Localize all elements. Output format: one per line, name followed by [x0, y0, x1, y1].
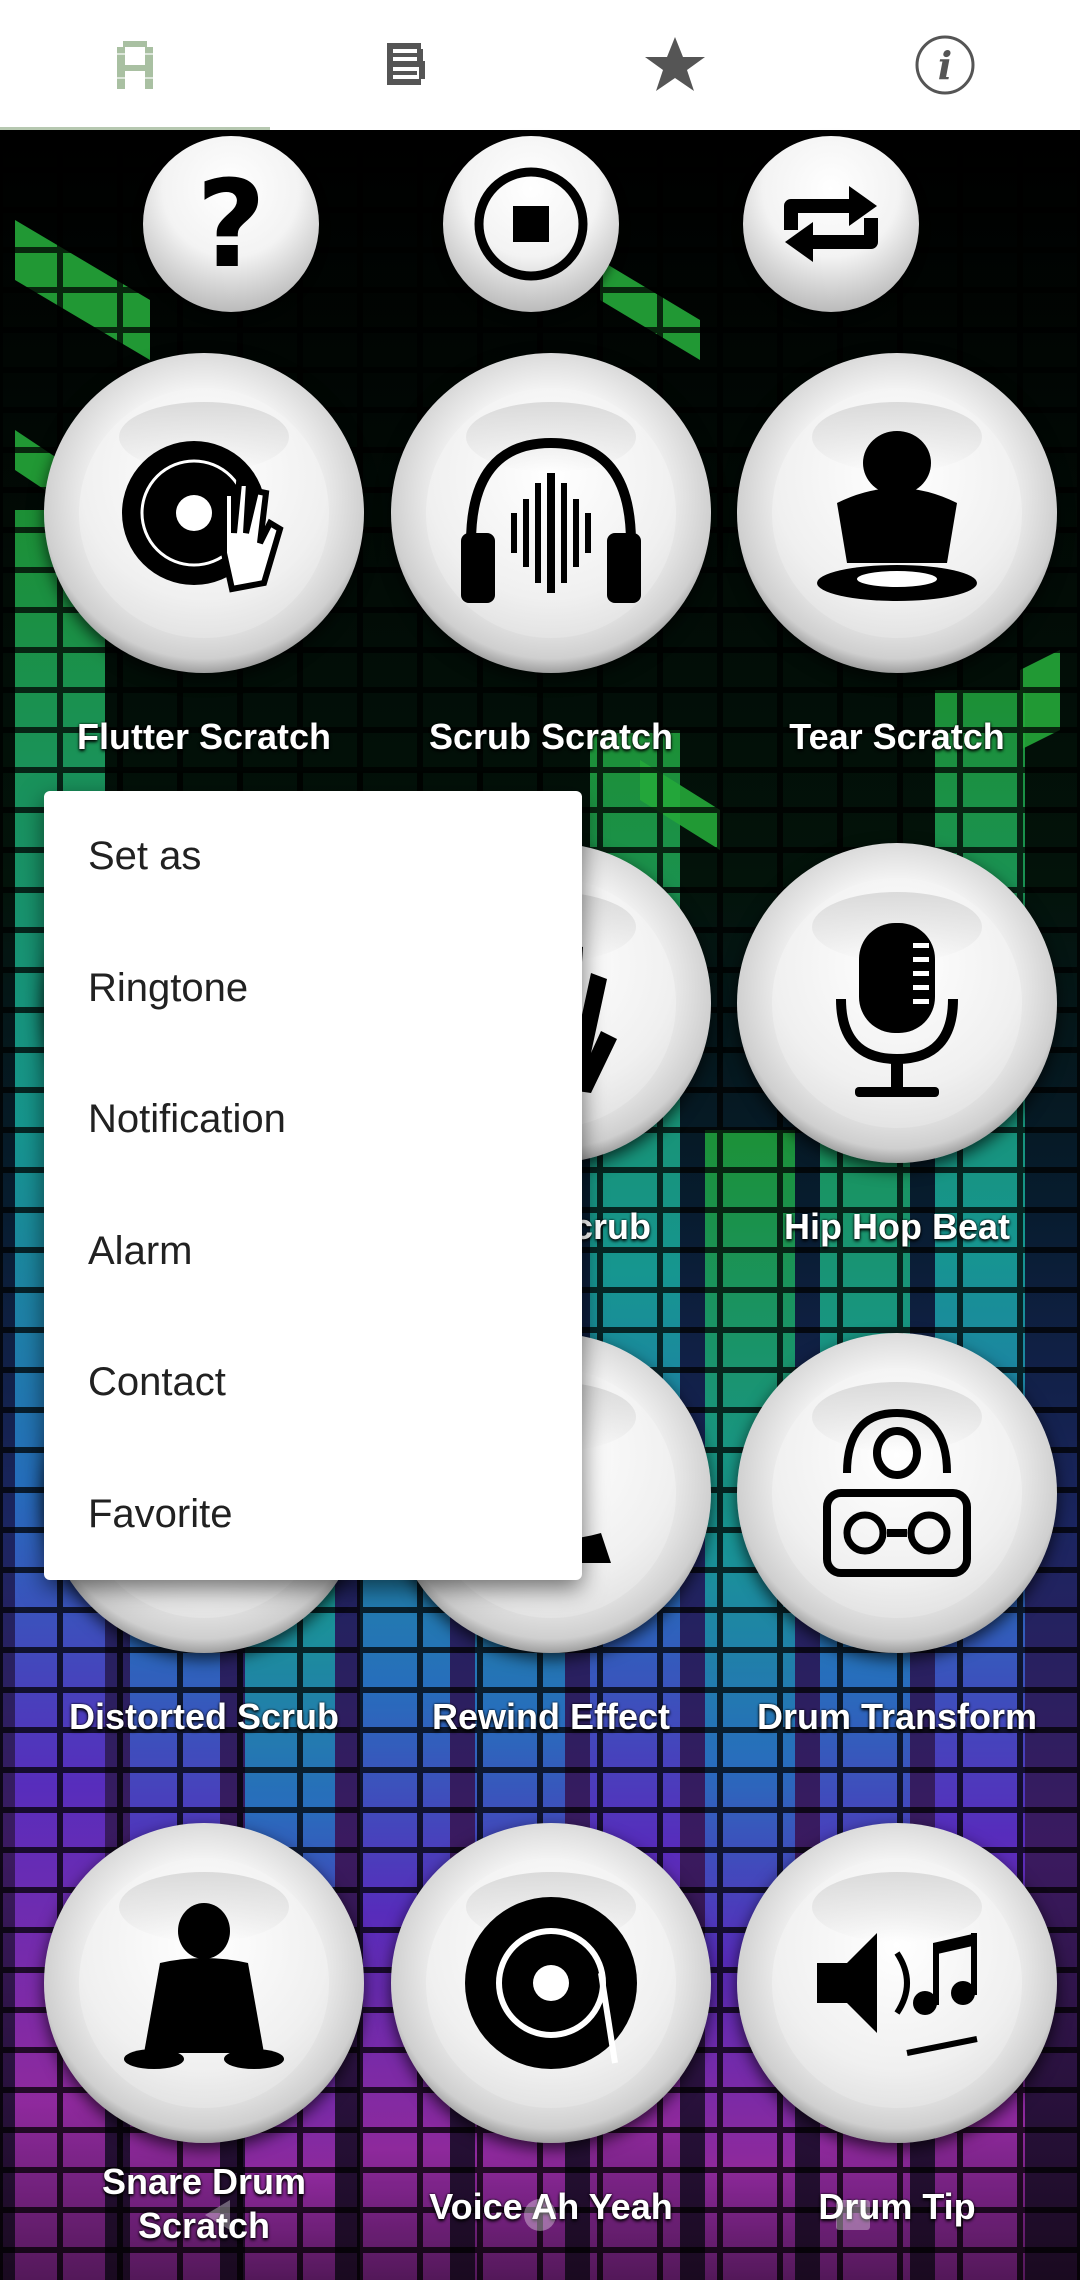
tab-info[interactable]: i	[810, 0, 1080, 130]
repeat-button[interactable]	[743, 136, 919, 312]
info-icon: i	[915, 35, 975, 95]
headphones-wave-icon	[461, 437, 641, 603]
star-icon	[645, 37, 705, 91]
sound-button-drum-tip[interactable]	[737, 1823, 1057, 2143]
stop-button[interactable]	[443, 136, 619, 312]
menu-item-favorite[interactable]: Favorite	[44, 1449, 582, 1581]
home-nav-icon	[524, 2199, 556, 2231]
speaker-notes-icon	[817, 1933, 978, 2056]
back-nav-icon	[205, 2200, 230, 2230]
help-icon: ?	[196, 164, 266, 284]
dj-turntable-hand-icon	[122, 441, 284, 593]
sound-label: Distorted Scrub	[68, 1696, 340, 1737]
menu-item-ringtone[interactable]: Ringtone	[44, 923, 582, 1055]
sound-button-voice-ah-yeah[interactable]	[391, 1823, 711, 2143]
sound-button-drum-transform[interactable]	[737, 1333, 1057, 1653]
sound-label: Hip Hop Beat	[783, 1206, 1010, 1247]
tab-favorites[interactable]	[540, 0, 810, 130]
microphone-icon	[836, 923, 958, 1097]
list-icon	[387, 43, 425, 85]
sound-label: Drum Transform	[756, 1696, 1038, 1737]
menu-item-contact[interactable]: Contact	[44, 1317, 582, 1449]
sound-button-snare-drum-scratch[interactable]	[44, 1823, 364, 2143]
sound-button-hip-hop-beat[interactable]	[737, 843, 1057, 1163]
menu-item-set-as: Set as	[88, 834, 202, 879]
sound-label: Flutter Scratch	[76, 716, 332, 757]
sound-label: Rewind Effect	[431, 1696, 671, 1737]
dj-person-icon	[817, 431, 977, 601]
sound-button-tear-scratch[interactable]	[737, 353, 1057, 673]
a-letter-icon	[117, 41, 153, 89]
menu-item-alarm[interactable]: Alarm	[44, 1186, 582, 1318]
system-nav-bar	[205, 2199, 870, 2231]
repeat-icon	[784, 186, 878, 262]
tab-list[interactable]	[270, 0, 540, 130]
help-button[interactable]: ?	[143, 136, 319, 312]
dj-mixer-person-icon	[124, 1903, 284, 2069]
svg-text:?: ?	[196, 164, 266, 284]
svg-text:i: i	[938, 43, 952, 88]
sound-label: Scrub Scratch	[428, 716, 674, 757]
stop-icon	[474, 167, 588, 281]
boombox-icon	[823, 1408, 971, 1577]
top-tab-bar: i	[0, 0, 1080, 132]
recents-nav-icon	[836, 2200, 870, 2230]
tab-sounds[interactable]	[0, 0, 270, 132]
sound-label: Tear Scratch	[789, 716, 1005, 757]
menu-item-notification[interactable]: Notification	[44, 1054, 582, 1186]
sound-button-flutter-scratch[interactable]	[44, 353, 364, 673]
vinyl-icon	[465, 1897, 637, 2069]
sound-button-scrub-scratch[interactable]	[391, 353, 711, 673]
context-menu: Set as Ringtone Notification Alarm Conta…	[44, 791, 582, 1580]
